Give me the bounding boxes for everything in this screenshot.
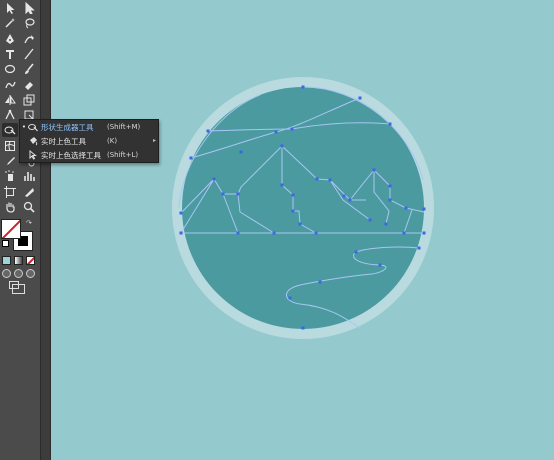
flyout-item-label: 实时上色工具	[41, 136, 86, 146]
anchor-point[interactable]	[372, 168, 376, 172]
flyout-item[interactable]: 实时上色工具 (K) ▸	[20, 134, 158, 148]
anchor-point[interactable]	[280, 183, 284, 187]
anchor-point[interactable]	[291, 209, 295, 213]
flyout-item[interactable]: 实时上色选择工具 (Shift+L)	[20, 148, 158, 162]
flyout-item-shortcut: (K)	[107, 137, 118, 145]
flyout-item-shortcut: (Shift+M)	[107, 123, 141, 131]
flyout-item-shortcut: (Shift+L)	[107, 151, 139, 159]
anchor-point[interactable]	[239, 150, 243, 154]
shape-builder-icon	[28, 122, 38, 132]
anchor-point[interactable]	[422, 231, 426, 235]
anchor-point[interactable]	[280, 144, 284, 148]
anchor-point[interactable]	[236, 192, 240, 196]
shape-builder-flyout-menu[interactable]: • 形状生成器工具 (Shift+M) 实时上色工具 (K) ▸ 实时上色选择工具 (Shif…	[19, 119, 159, 163]
flyout-item[interactable]: • 形状生成器工具 (Shift+M)	[20, 120, 158, 134]
anchor-point[interactable]	[212, 177, 216, 181]
anchor-point[interactable]	[384, 222, 388, 226]
anchor-point[interactable]	[378, 263, 382, 267]
flyout-item-label: 实时上色选择工具	[41, 150, 101, 160]
anchor-point[interactable]	[314, 231, 318, 235]
anchor-point[interactable]	[417, 246, 421, 250]
anchor-point[interactable]	[368, 218, 372, 222]
anchor-point[interactable]	[290, 127, 294, 131]
anchor-point[interactable]	[404, 206, 408, 210]
anchor-point[interactable]	[358, 96, 362, 100]
anchor-point[interactable]	[298, 222, 302, 226]
anchor-point[interactable]	[354, 250, 358, 254]
anchor-point[interactable]	[328, 178, 332, 182]
anchor-point[interactable]	[291, 193, 295, 197]
anchor-point[interactable]	[422, 207, 426, 211]
flyout-item-label: 形状生成器工具	[41, 122, 94, 132]
live-paint-selection-icon	[28, 150, 38, 160]
anchor-point[interactable]	[402, 231, 406, 235]
anchor-point[interactable]	[388, 198, 392, 202]
anchor-point[interactable]	[318, 280, 322, 284]
live-paint-bucket-icon	[28, 136, 38, 146]
anchor-point[interactable]	[206, 129, 210, 133]
anchor-point[interactable]	[236, 231, 240, 235]
anchor-point[interactable]	[342, 194, 346, 198]
anchor-point[interactable]	[288, 296, 292, 300]
anchor-point[interactable]	[179, 211, 183, 215]
anchor-point[interactable]	[274, 130, 278, 134]
anchor-point[interactable]	[315, 177, 319, 181]
anchor-point[interactable]	[189, 156, 193, 160]
anchor-point[interactable]	[348, 198, 352, 202]
anchor-point[interactable]	[221, 192, 225, 196]
anchor-point[interactable]	[272, 231, 276, 235]
selected-bullet-icon: •	[21, 123, 27, 131]
anchor-point[interactable]	[179, 231, 183, 235]
anchor-point[interactable]	[388, 122, 392, 126]
anchor-point[interactable]	[301, 326, 305, 330]
anchor-point[interactable]	[388, 184, 392, 188]
submenu-arrow-icon: ▸	[152, 137, 156, 144]
artwork-canvas[interactable]	[0, 0, 554, 460]
anchor-point[interactable]	[301, 85, 305, 89]
